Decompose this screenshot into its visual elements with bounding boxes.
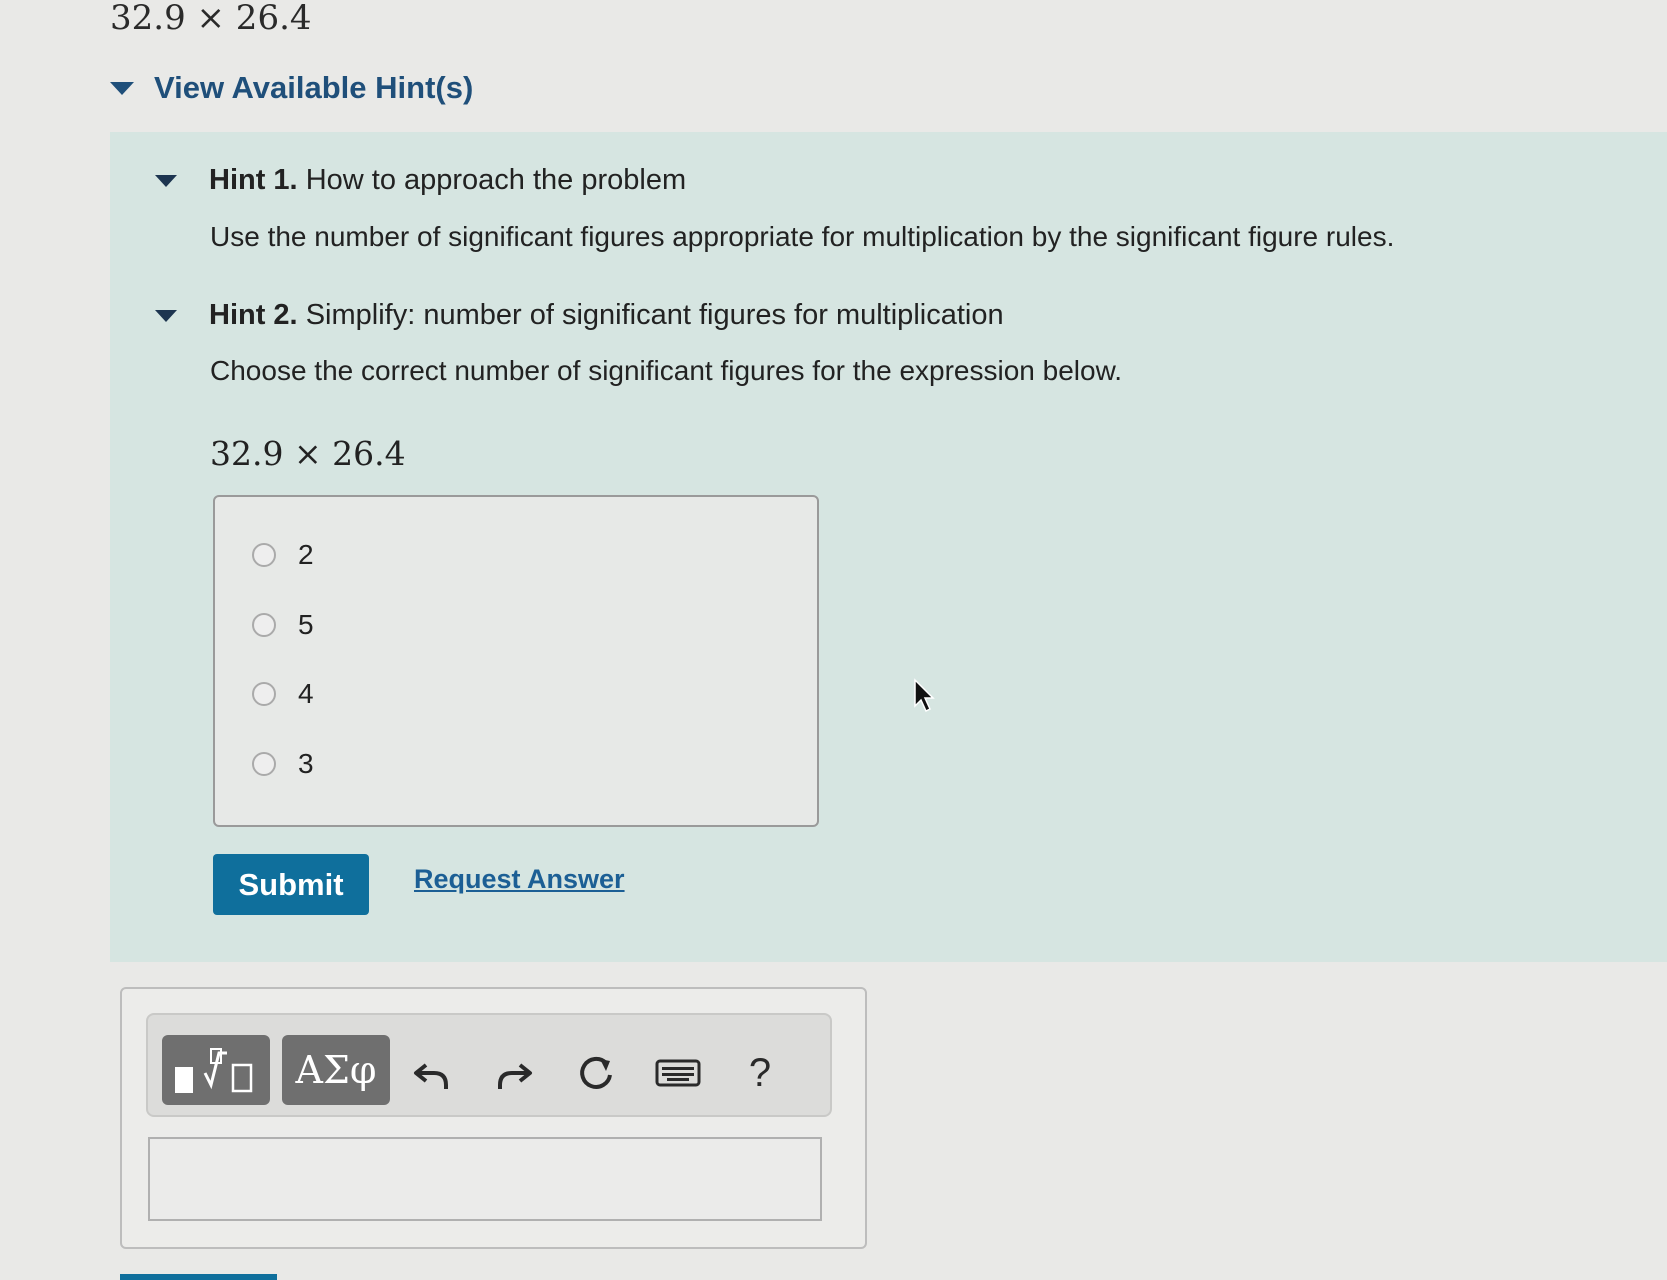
undo-icon[interactable] <box>402 1043 462 1103</box>
choice-group: 2 5 4 3 <box>213 495 819 827</box>
hint-1-heading: Hint 1. How to approach the problem <box>209 164 686 197</box>
hint-panel: Hint 1. How to approach the problem Use … <box>110 132 1667 962</box>
hint-2-expression: 32.9 × 26.4 <box>210 434 406 473</box>
reset-glyph <box>580 1056 612 1089</box>
radio-button[interactable] <box>252 543 276 567</box>
answer-area: ΑΣφ ? <box>120 987 867 1249</box>
next-button-edge <box>120 1274 277 1280</box>
hint-1-subtitle: How to approach the problem <box>305 164 687 196</box>
mouse-cursor-icon <box>914 678 935 713</box>
keyboard-icon[interactable] <box>648 1043 708 1103</box>
templates-icon[interactable] <box>162 1035 270 1105</box>
radio-button[interactable] <box>252 682 276 706</box>
hint-1-title: Hint 1. <box>209 164 298 196</box>
choice-option-5[interactable]: 5 <box>252 609 314 641</box>
view-hints-label: View Available Hint(s) <box>154 70 474 105</box>
hint-2-toggle[interactable]: Hint 2. Simplify: number of significant … <box>155 299 1004 332</box>
problem-expression: 32.9 × 26.4 <box>110 0 312 38</box>
caret-down-icon <box>155 309 177 322</box>
help-icon[interactable]: ? <box>730 1043 790 1103</box>
caret-down-icon <box>110 81 134 95</box>
greek-symbols-icon[interactable]: ΑΣφ <box>282 1035 390 1105</box>
hint-2-title: Hint 2. <box>209 299 298 331</box>
choice-label: 4 <box>298 678 314 709</box>
hint-2-text: Choose the correct number of significant… <box>210 355 1123 386</box>
greek-symbols-label: ΑΣφ <box>295 1048 377 1092</box>
hint-1-text: Use the number of significant figures ap… <box>210 221 1395 252</box>
submit-button[interactable]: Submit <box>213 854 369 915</box>
templates-glyph <box>175 1048 253 1093</box>
redo-glyph <box>498 1063 532 1089</box>
view-hints-toggle[interactable]: View Available Hint(s) <box>110 70 473 106</box>
hint-1-toggle[interactable]: Hint 1. How to approach the problem <box>155 164 686 197</box>
choice-option-3[interactable]: 3 <box>252 748 314 780</box>
redo-icon[interactable] <box>484 1043 544 1103</box>
caret-down-icon <box>155 174 177 187</box>
undo-glyph <box>414 1063 448 1089</box>
help-label: ? <box>748 1050 772 1095</box>
math-toolbar: ΑΣφ ? <box>146 1013 832 1117</box>
choice-label: 3 <box>298 748 314 779</box>
choice-label: 2 <box>298 539 314 570</box>
hint-2-heading: Hint 2. Simplify: number of significant … <box>209 299 1004 332</box>
radio-button[interactable] <box>252 752 276 776</box>
hint-2-subtitle: Simplify: number of significant figures … <box>305 299 1004 331</box>
request-answer-link[interactable]: Request Answer <box>414 864 625 895</box>
answer-input[interactable] <box>148 1137 822 1221</box>
radio-button[interactable] <box>252 613 276 637</box>
choice-option-2[interactable]: 2 <box>252 539 314 571</box>
choice-label: 5 <box>298 609 314 640</box>
keyboard-glyph <box>655 1059 701 1087</box>
reset-icon[interactable] <box>566 1043 626 1103</box>
choice-option-4[interactable]: 4 <box>252 678 314 710</box>
